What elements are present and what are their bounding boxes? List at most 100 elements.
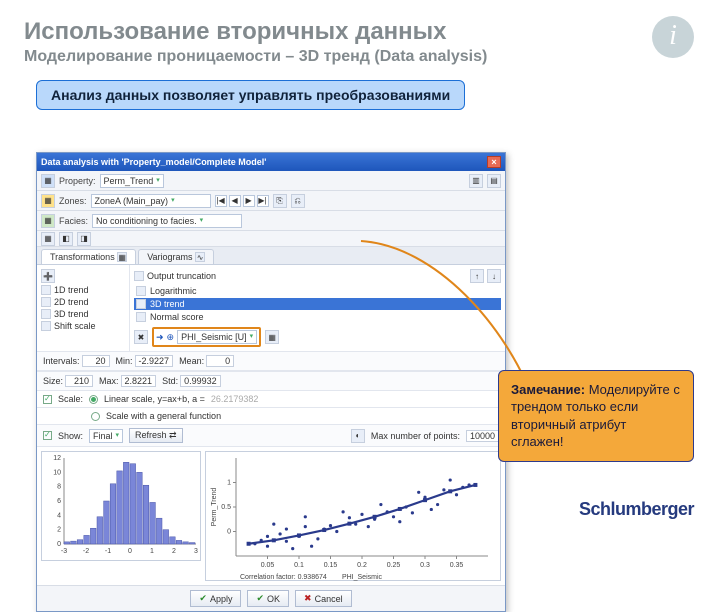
mean-label: Mean: bbox=[179, 356, 204, 366]
property-label: Property: bbox=[59, 176, 96, 186]
add-trend-icon[interactable]: ➕ bbox=[41, 269, 55, 283]
linear-label: Linear scale, y=ax+b, a = bbox=[104, 394, 205, 404]
scatter-chart: 0.050.10.150.20.250.30.3500.51PHI_Seismi… bbox=[205, 451, 501, 581]
facies-row: ▦ Facies: No conditioning to facies.▾ bbox=[37, 211, 505, 231]
tab-variograms[interactable]: Variograms ∿ bbox=[138, 249, 214, 265]
list-item[interactable]: 1D trend bbox=[41, 285, 125, 295]
show-row: Show: Final▾ Refresh ⇄ ◐ Max number of p… bbox=[37, 425, 505, 447]
zones-row: ▦ Zones: ZoneA (Main_pay)▾ |◀ ◀ ▶ ▶| ⎘ ⎌ bbox=[37, 191, 505, 211]
trend1d-icon bbox=[41, 285, 51, 295]
svg-text:0.15: 0.15 bbox=[324, 562, 338, 569]
trend-attribute-highlight: ➜ ⊕ PHI_Seismic [U]▾ bbox=[152, 327, 261, 347]
show-label: Show: bbox=[58, 431, 83, 441]
svg-text:0: 0 bbox=[57, 541, 61, 548]
prop-tool-1[interactable]: ▥ bbox=[469, 174, 483, 188]
trend-attr-dropdown[interactable]: PHI_Seismic [U]▾ bbox=[177, 330, 257, 344]
option-list: Logarithmic 3D trend Normal score bbox=[134, 285, 501, 323]
svg-text:1: 1 bbox=[150, 548, 154, 555]
zone-nav: |◀ ◀ ▶ ▶| bbox=[215, 195, 269, 207]
mean-value: 0 bbox=[206, 355, 234, 367]
log-icon bbox=[136, 286, 146, 296]
list-item[interactable]: 3D trend bbox=[41, 309, 125, 319]
zones-label: Zones: bbox=[59, 196, 87, 206]
trend3d-icon bbox=[136, 299, 146, 309]
opt-normalscore[interactable]: Normal score bbox=[134, 311, 501, 323]
svg-text:0: 0 bbox=[227, 529, 231, 536]
callout-orange: Замечание: Моделируйте с трендом только … bbox=[498, 370, 694, 462]
property-dropdown[interactable]: Perm_Trend▾ bbox=[100, 174, 164, 188]
svg-text:4: 4 bbox=[57, 512, 61, 519]
linear-a-input[interactable]: 26.2179382 bbox=[211, 394, 261, 404]
svg-text:0.5: 0.5 bbox=[221, 504, 231, 511]
trend3d-icon bbox=[41, 309, 51, 319]
trend-extra-icon[interactable]: ▦ bbox=[265, 330, 279, 344]
svg-text:PHI_Seismic: PHI_Seismic bbox=[342, 574, 383, 581]
zone-tool-1[interactable]: ⎘ bbox=[273, 194, 287, 208]
svg-text:0.05: 0.05 bbox=[261, 562, 275, 569]
move-up-icon[interactable]: ↑ bbox=[470, 269, 484, 283]
nav-first[interactable]: |◀ bbox=[215, 195, 227, 207]
slide-title: Использование вторичных данных bbox=[24, 18, 696, 46]
brand-schlumberger: Schlumberger bbox=[579, 499, 694, 520]
facies-dropdown[interactable]: No conditioning to facies.▾ bbox=[92, 214, 242, 228]
svg-text:Perm_Trend: Perm_Trend bbox=[211, 488, 218, 527]
zone-tool-2[interactable]: ⎌ bbox=[291, 194, 305, 208]
tool-b[interactable]: ◧ bbox=[59, 232, 73, 246]
svg-text:-3: -3 bbox=[61, 548, 67, 555]
zones-icon[interactable]: ▦ bbox=[41, 194, 55, 208]
scale-check[interactable] bbox=[43, 395, 52, 404]
slide-subtitle: Моделирование проницаемости – 3D тренд (… bbox=[24, 48, 696, 66]
maxpts-input[interactable]: 10000 bbox=[466, 430, 499, 442]
svg-text:-1: -1 bbox=[105, 548, 111, 555]
svg-text:2: 2 bbox=[57, 527, 61, 534]
general-radio[interactable] bbox=[91, 412, 100, 421]
nav-prev[interactable]: ◀ bbox=[229, 195, 241, 207]
refresh-button[interactable]: Refresh ⇄ bbox=[129, 428, 183, 443]
max-label: Max: bbox=[99, 376, 119, 386]
min-value: -2.9227 bbox=[135, 355, 174, 367]
scale-row: Scale: Linear scale, y=ax+b, a = 26.2179… bbox=[37, 391, 505, 408]
ok-button[interactable]: ✔OK bbox=[247, 590, 289, 607]
linear-radio[interactable] bbox=[89, 395, 98, 404]
opt-logarithmic[interactable]: Logarithmic bbox=[134, 285, 501, 297]
apply-button[interactable]: ✔Apply bbox=[190, 590, 241, 607]
cancel-button[interactable]: ✖Cancel bbox=[295, 590, 352, 607]
list-item[interactable]: Shift scale bbox=[41, 321, 125, 331]
tool-c[interactable]: ◨ bbox=[77, 232, 91, 246]
delete-icon[interactable]: ✖ bbox=[134, 330, 148, 344]
zones-dropdown[interactable]: ZoneA (Main_pay)▾ bbox=[91, 194, 211, 208]
tool-a[interactable]: ▦ bbox=[41, 232, 55, 246]
nav-last[interactable]: ▶| bbox=[257, 195, 269, 207]
list-item[interactable]: 2D trend bbox=[41, 297, 125, 307]
trend2d-icon bbox=[41, 297, 51, 307]
chart-tool[interactable]: ◐ bbox=[351, 429, 365, 443]
titlebar[interactable]: Data analysis with 'Property_model/Compl… bbox=[37, 153, 505, 171]
bottom-buttons: ✔Apply ✔OK ✖Cancel bbox=[37, 585, 505, 611]
svg-text:6: 6 bbox=[57, 498, 61, 505]
facies-icon[interactable]: ▦ bbox=[41, 214, 55, 228]
opt-3dtrend[interactable]: 3D trend bbox=[134, 298, 501, 310]
prop-tool-2[interactable]: ▤ bbox=[487, 174, 501, 188]
nav-next[interactable]: ▶ bbox=[243, 195, 255, 207]
scale-row-2: Scale with a general function bbox=[37, 408, 505, 425]
tab-transformations[interactable]: Transformations ▦ bbox=[41, 249, 136, 265]
move-down-icon[interactable]: ↓ bbox=[487, 269, 501, 283]
svg-text:1: 1 bbox=[227, 480, 231, 487]
show-dropdown[interactable]: Final▾ bbox=[89, 429, 123, 443]
svg-text:12: 12 bbox=[53, 455, 61, 462]
min-label: Min: bbox=[116, 356, 133, 366]
std-value: 0.99932 bbox=[180, 375, 221, 387]
close-icon[interactable]: × bbox=[487, 156, 501, 168]
show-check[interactable] bbox=[43, 431, 52, 440]
data-analysis-window: Data analysis with 'Property_model/Compl… bbox=[36, 152, 506, 612]
svg-text:-2: -2 bbox=[83, 548, 89, 555]
svg-text:0.35: 0.35 bbox=[450, 562, 464, 569]
tabstrip: Transformations ▦ Variograms ∿ bbox=[37, 247, 505, 265]
intervals-input[interactable]: 20 bbox=[82, 355, 110, 367]
tab-vario-icon: ∿ bbox=[195, 252, 205, 262]
std-label: Std: bbox=[162, 376, 178, 386]
svg-text:0.25: 0.25 bbox=[387, 562, 401, 569]
output-truncation: Output truncation bbox=[147, 271, 216, 281]
property-icon[interactable]: ▦ bbox=[41, 174, 55, 188]
intervals-label: Intervals: bbox=[43, 356, 80, 366]
